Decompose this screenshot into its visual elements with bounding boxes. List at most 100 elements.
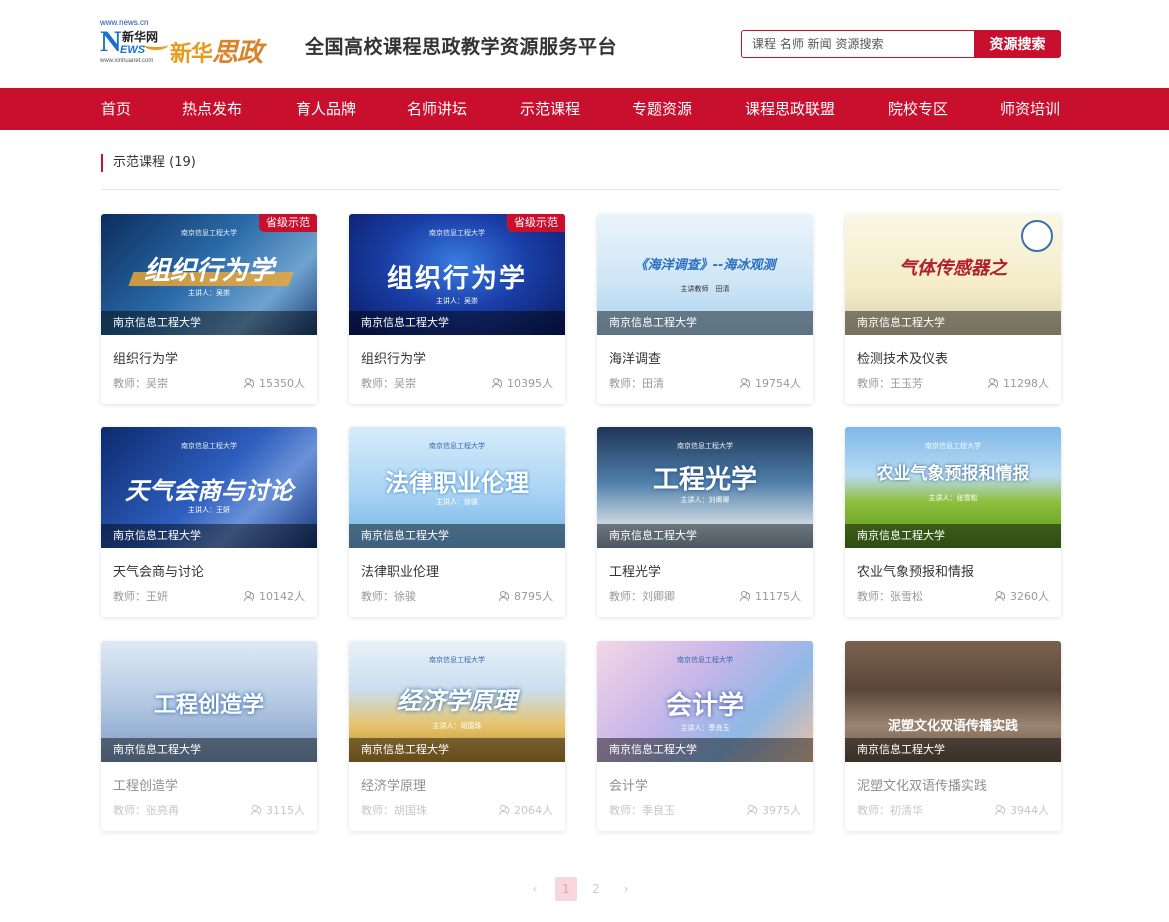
teacher-name: 教师：吴崇 (361, 377, 416, 390)
site-title: 全国高校课程思政教学资源服务平台 (305, 36, 618, 58)
thumb-speaker: 主讲人：吴崇 (436, 297, 478, 305)
thumb-title: 泥塑文化双语传播实践 (887, 719, 1018, 734)
university-label: 南京信息工程大学 (597, 738, 813, 762)
student-count-value: 3260人 (1010, 590, 1049, 603)
teacher-name: 教师：刘卿卿 (609, 590, 675, 603)
thumb-title: 会计学 (665, 691, 744, 721)
course-card[interactable]: 南京信息工程大学 经济学原理 主讲人：胡国珠 南京信息工程大学 经济学原理 教师… (349, 641, 565, 831)
course-card[interactable]: 气体传感器之 南京信息工程大学 检测技术及仪表 教师：王玉芳 11298人 (845, 214, 1061, 404)
people-icon (244, 378, 256, 388)
teacher-name: 教师：王玉芳 (857, 377, 923, 390)
university-label: 南京信息工程大学 (349, 738, 565, 762)
nav-item-hot-news[interactable]: 热点发布 (182, 88, 242, 130)
search-button[interactable]: 资源搜索 (974, 30, 1061, 58)
teacher-name: 教师：张雪松 (857, 590, 923, 603)
page-1-button[interactable]: 1 (555, 877, 577, 901)
xinhua-sizheng-logo[interactable]: www.news.cn N 新华网 EWS www.xinhuanet.com … (100, 18, 290, 68)
course-name[interactable]: 天气会商与讨论 (113, 561, 204, 580)
teacher-name: 教师：初清华 (857, 804, 923, 817)
nav-item-home[interactable]: 首页 (101, 88, 131, 130)
thumb-title: 法律职业伦理 (385, 469, 529, 497)
thumb-university-logo: 南京信息工程大学 (181, 442, 237, 450)
student-count-value: 8795人 (514, 590, 553, 603)
page-2-button[interactable]: 2 (585, 877, 607, 901)
section-divider (101, 189, 1061, 190)
teacher-name: 教师：徐骏 (361, 590, 416, 603)
course-name[interactable]: 海洋调查 (609, 348, 661, 367)
nav-item-education-brand[interactable]: 育人品牌 (296, 88, 356, 130)
nav-item-teacher-training[interactable]: 师资培训 (1000, 88, 1060, 130)
people-icon (251, 805, 263, 815)
thumb-speaker: 主讲人：张雪松 (928, 494, 978, 502)
people-icon (740, 591, 752, 601)
student-count: 11175人 (740, 588, 801, 604)
course-name[interactable]: 会计学 (609, 775, 648, 794)
course-card[interactable]: 工程创造学 南京信息工程大学 工程创造学 教师：张亮再 3115人 (101, 641, 317, 831)
course-card[interactable]: 南京信息工程大学 组织行为学 主讲人：吴崇 省级示范 南京信息工程大学 组织行为… (101, 214, 317, 404)
course-card[interactable]: 南京信息工程大学 农业气象预报和情报 主讲人：张雪松 南京信息工程大学 农业气象… (845, 427, 1061, 617)
student-count: 19754人 (740, 375, 801, 391)
course-card[interactable]: 南京信息工程大学 法律职业伦理 主讲人：徐骏 南京信息工程大学 法律职业伦理 教… (349, 427, 565, 617)
logo-xinhua-sizheng: 新华思政 (170, 32, 263, 69)
thumb-university-logo: 南京信息工程大学 (677, 656, 733, 664)
provincial-demo-badge: 省级示范 (259, 214, 317, 232)
student-count-value: 3944人 (1010, 804, 1049, 817)
people-icon (995, 591, 1007, 601)
nav-item-alliance[interactable]: 课程思政联盟 (745, 88, 835, 130)
student-count: 10395人 (492, 375, 553, 391)
next-page-button[interactable]: › (615, 877, 637, 901)
course-card[interactable]: 南京信息工程大学 工程光学 主讲人：刘卿卿 南京信息工程大学 工程光学 教师：刘… (597, 427, 813, 617)
nav-item-topic-resources[interactable]: 专题资源 (632, 88, 692, 130)
university-label: 南京信息工程大学 (845, 738, 1061, 762)
logo-url-bottom: www.xinhuanet.com (100, 58, 154, 64)
thumb-title: 气体传感器之 (899, 258, 1007, 279)
people-icon (244, 591, 256, 601)
course-card[interactable]: 南京信息工程大学 天气会商与讨论 主讲人：王妍 南京信息工程大学 天气会商与讨论… (101, 427, 317, 617)
student-count-value: 10142人 (259, 590, 305, 603)
thumb-speaker: 主讲人：刘卿卿 (680, 496, 730, 504)
course-name[interactable]: 法律职业伦理 (361, 561, 439, 580)
thumb-title: 组织行为学 (143, 256, 274, 286)
thumb-speaker: 主讲人：季良玉 (680, 724, 730, 732)
course-name[interactable]: 工程光学 (609, 561, 661, 580)
search-bar: 资源搜索 (741, 30, 1061, 58)
people-icon (995, 805, 1007, 815)
logo-xinhua-text: 新华 (170, 41, 213, 67)
university-label: 南京信息工程大学 (101, 311, 317, 335)
prev-page-button[interactable]: ‹ (524, 877, 546, 901)
university-seal-icon (1021, 220, 1053, 252)
nav-item-famous-teachers[interactable]: 名师讲坛 (407, 88, 467, 130)
university-label: 南京信息工程大学 (845, 311, 1061, 335)
course-name[interactable]: 组织行为学 (361, 348, 426, 367)
course-name[interactable]: 经济学原理 (361, 775, 426, 794)
course-name[interactable]: 检测技术及仪表 (857, 348, 948, 367)
nav-item-demo-courses[interactable]: 示范课程 (520, 88, 580, 130)
teacher-name: 教师：田清 (609, 377, 664, 390)
people-icon (747, 805, 759, 815)
student-count-value: 10395人 (507, 377, 553, 390)
thumb-title: 组织行为学 (386, 264, 527, 294)
section-title: 示范课程 (19) (101, 154, 196, 172)
course-name[interactable]: 农业气象预报和情报 (857, 561, 974, 580)
student-count-value: 11298人 (1003, 377, 1049, 390)
student-count: 15350人 (244, 375, 305, 391)
course-name[interactable]: 泥塑文化双语传播实践 (857, 775, 987, 794)
student-count: 3260人 (995, 588, 1049, 604)
nav-item-college-zone[interactable]: 院校专区 (888, 88, 948, 130)
course-card[interactable]: 南京信息工程大学 会计学 主讲人：季良玉 南京信息工程大学 会计学 教师：季良玉… (597, 641, 813, 831)
thumb-title: 工程创造学 (153, 693, 264, 718)
university-label: 南京信息工程大学 (349, 311, 565, 335)
thumb-speaker: 主讲教师 田清 (680, 285, 730, 293)
course-card[interactable]: 《海洋调查》--海冰观测 主讲教师 田清 南京信息工程大学 海洋调查 教师：田清… (597, 214, 813, 404)
course-card[interactable]: 泥塑文化双语传播实践 南京信息工程大学 泥塑文化双语传播实践 教师：初清华 39… (845, 641, 1061, 831)
course-card[interactable]: 南京信息工程大学 组织行为学 主讲人：吴崇 省级示范 南京信息工程大学 组织行为… (349, 214, 565, 404)
course-name[interactable]: 组织行为学 (113, 348, 178, 367)
people-icon (988, 378, 1000, 388)
thumb-speaker: 主讲人：吴崇 (188, 289, 230, 297)
thumb-title: 天气会商与讨论 (125, 476, 293, 505)
course-name[interactable]: 工程创造学 (113, 775, 178, 794)
thumb-university-logo: 南京信息工程大学 (429, 656, 485, 664)
search-input[interactable] (741, 30, 975, 58)
student-count: 8795人 (499, 588, 553, 604)
people-icon (740, 378, 752, 388)
